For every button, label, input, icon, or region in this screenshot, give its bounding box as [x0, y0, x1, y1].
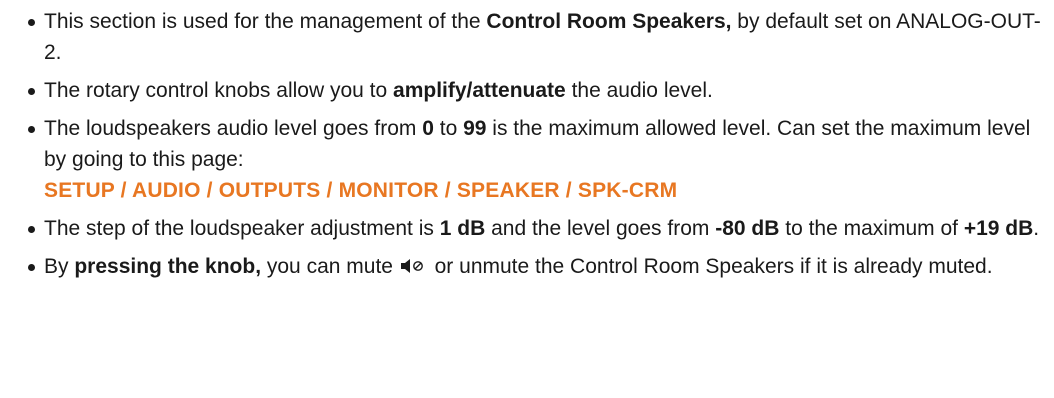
- text-run: The step of the loudspeaker adjustment i…: [44, 217, 440, 240]
- item-text: This section is used for the management …: [44, 10, 1041, 64]
- text-run: the audio level.: [565, 79, 713, 102]
- bold-term: 0: [422, 117, 434, 140]
- item-text: The step of the loudspeaker adjustment i…: [44, 217, 1039, 240]
- bold-term: Control Room Speakers,: [486, 10, 732, 33]
- text-run: to the maximum of: [779, 217, 964, 240]
- item-text: The loudspeakers audio level goes from 0…: [44, 117, 1036, 202]
- setup-path-link: SETUP / AUDIO / OUTPUTS / MONITOR / SPEA…: [44, 179, 678, 202]
- speaker-mute-icon: [399, 257, 429, 275]
- text-run: .: [1033, 217, 1040, 240]
- bold-term: -80 dB: [715, 217, 780, 240]
- text-run: you can mute: [261, 255, 399, 278]
- text-run: or unmute the Control Room Speakers if i…: [428, 255, 993, 278]
- text-run: and the level goes from: [485, 217, 716, 240]
- bold-term: pressing the knob,: [74, 255, 262, 278]
- document-page: This section is used for the management …: [0, 0, 1054, 398]
- list-item: By pressing the knob, you can mute or un…: [28, 251, 1044, 282]
- text-run: to: [433, 117, 464, 140]
- bold-term: amplify/attenuate: [393, 79, 566, 102]
- bullet-dot: [28, 126, 35, 133]
- bold-term: +19 dB: [963, 217, 1034, 240]
- bullet-dot: [28, 226, 35, 233]
- text-run: This section is used for the management …: [44, 10, 487, 33]
- text-run: The loudspeakers audio level goes from: [44, 117, 423, 140]
- bold-term: 1 dB: [439, 217, 486, 240]
- text-run: By: [44, 255, 75, 278]
- list-item: The loudspeakers audio level goes from 0…: [28, 113, 1044, 206]
- item-text: The rotary control knobs allow you to am…: [44, 79, 713, 102]
- text-run: The rotary control knobs allow you to: [44, 79, 394, 102]
- bold-term: 99: [463, 117, 487, 140]
- item-text: By pressing the knob, you can mute or un…: [44, 255, 993, 278]
- list-item: The step of the loudspeaker adjustment i…: [28, 213, 1044, 244]
- list-item: The rotary control knobs allow you to am…: [28, 75, 1044, 106]
- bullet-list: This section is used for the management …: [28, 6, 1044, 282]
- bullet-dot: [28, 264, 35, 271]
- bullet-dot: [28, 19, 35, 26]
- bullet-dot: [28, 88, 35, 95]
- list-item: This section is used for the management …: [28, 6, 1044, 68]
